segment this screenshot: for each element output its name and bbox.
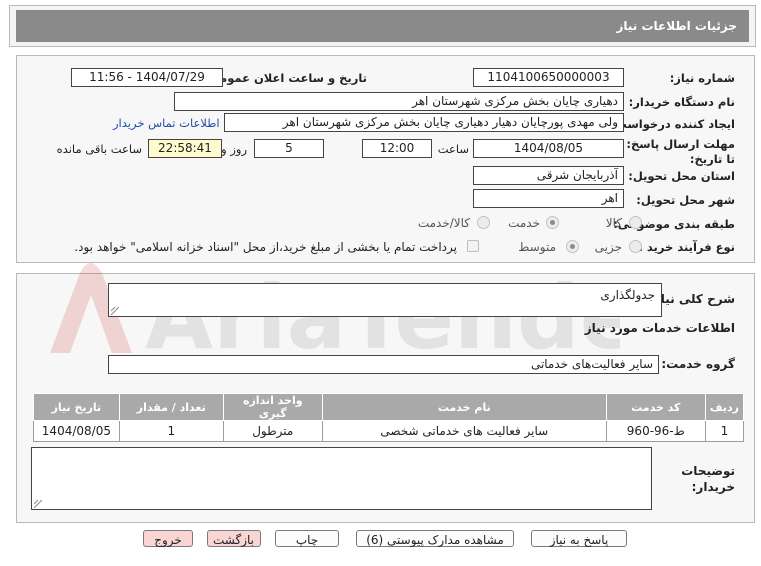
table-row: 1 ط-96-960 سایر فعالیت های خدماتی شخصی م… [33, 420, 745, 442]
category-radio-goods-service[interactable] [477, 216, 490, 229]
buyer-contact-link[interactable]: اطلاعات تماس خریدار [113, 116, 220, 130]
need-number-label: شماره نیاز: [669, 71, 735, 85]
page-title: جزئیات اطلاعات نیاز [616, 19, 737, 33]
category-option-goods-service: کالا/خدمت [417, 216, 470, 230]
days-remaining-field: 5 [254, 139, 324, 158]
remaining-time-label: ساعت باقی مانده [56, 142, 142, 156]
col-row: ردیف [704, 393, 745, 421]
exit-button[interactable]: خروج [143, 530, 193, 547]
process-radio-minor[interactable] [629, 240, 642, 253]
need-number-field: 1104100650000003 [473, 68, 624, 87]
deadline-time-label: ساعت [437, 142, 469, 156]
category-option-goods: کالا [605, 216, 622, 230]
description-value: جدولگذاری [600, 288, 655, 302]
process-option-minor: جزیی [594, 240, 622, 254]
header-frame: جزئیات اطلاعات نیاز [9, 5, 756, 47]
deadline-time-field: 12:00 [362, 139, 432, 158]
services-section-title: اطلاعات خدمات مورد نیاز [584, 321, 735, 335]
process-option-medium: متوسط [518, 240, 556, 254]
category-option-service: خدمت [508, 216, 540, 230]
resize-grip-icon[interactable] [111, 307, 119, 315]
treasury-payment-checkbox[interactable] [467, 240, 479, 252]
category-radio-goods[interactable] [629, 216, 642, 229]
process-radio-medium[interactable] [566, 240, 579, 253]
description-field: جدولگذاری [108, 283, 662, 317]
remaining-time-field: 22:58:41 [148, 139, 222, 158]
reply-button[interactable]: پاسخ به نیاز [531, 530, 627, 547]
treasury-payment-note: پرداخت تمام یا بخشی از مبلغ خرید،از محل … [74, 240, 457, 254]
buyer-org-label: نام دستگاه خریدار: [628, 95, 735, 109]
back-button[interactable]: بازگشت [207, 530, 261, 547]
service-group-field: سایر فعالیت‌های خدماتی [108, 355, 659, 374]
cell-quantity: 1 [118, 420, 224, 442]
service-group-label: گروه خدمت: [661, 357, 735, 371]
deadline-date-field: 1404/08/05 [473, 139, 624, 158]
cell-service-name: سایر فعالیت های خدماتی شخصی [321, 420, 607, 442]
services-table: ردیف کد خدمت نام خدمت واحد اندازه گیری ت… [33, 393, 745, 442]
cell-row: 1 [704, 420, 745, 442]
city-field: اهر [473, 189, 624, 208]
header-bar: جزئیات اطلاعات نیاز [16, 10, 749, 42]
cell-service-code: ط-96-960 [605, 420, 706, 442]
buyer-notes-field [31, 447, 652, 510]
buyer-org-field: دهیاری چایان بخش مرکزی شهرستان اهر [174, 92, 624, 111]
announce-datetime-field: 1404/07/29 - 11:56 [71, 68, 223, 87]
col-unit: واحد اندازه گیری [222, 393, 323, 421]
col-quantity: تعداد / مقدار [118, 393, 224, 421]
cell-need-date: 1404/08/05 [33, 420, 120, 442]
cell-unit: مترطول [222, 420, 323, 442]
city-label: شهر محل تحویل: [636, 193, 735, 207]
requester-field: ولی مهدی پورچایان دهیار دهیاری چایان بخش… [224, 113, 624, 132]
process-type-label: نوع فرآیند خرید : [638, 240, 735, 254]
resize-grip-icon[interactable] [34, 500, 42, 508]
province-field: آذربایجان شرقی [473, 166, 624, 185]
buyer-notes-label: توضیحات خریدار: [681, 464, 735, 494]
requester-label: ایجاد کننده درخواست: [610, 117, 735, 131]
col-service-code: کد خدمت [605, 393, 706, 421]
print-button[interactable]: چاپ [275, 530, 339, 547]
category-radio-service[interactable] [546, 216, 559, 229]
deadline-label: مهلت ارسال پاسخ: تا تاریخ: [626, 137, 735, 166]
announce-datetime-label: تاریخ و ساعت اعلان عمومی: [203, 71, 367, 85]
services-table-header: ردیف کد خدمت نام خدمت واحد اندازه گیری ت… [33, 393, 745, 421]
col-service-name: نام خدمت [321, 393, 607, 421]
col-need-date: تاریخ نیاز [33, 393, 120, 421]
province-label: استان محل تحویل: [628, 169, 735, 183]
days-label: روز و [221, 142, 247, 156]
view-attachments-button[interactable]: مشاهده مدارک پیوستی (6) [356, 530, 514, 547]
